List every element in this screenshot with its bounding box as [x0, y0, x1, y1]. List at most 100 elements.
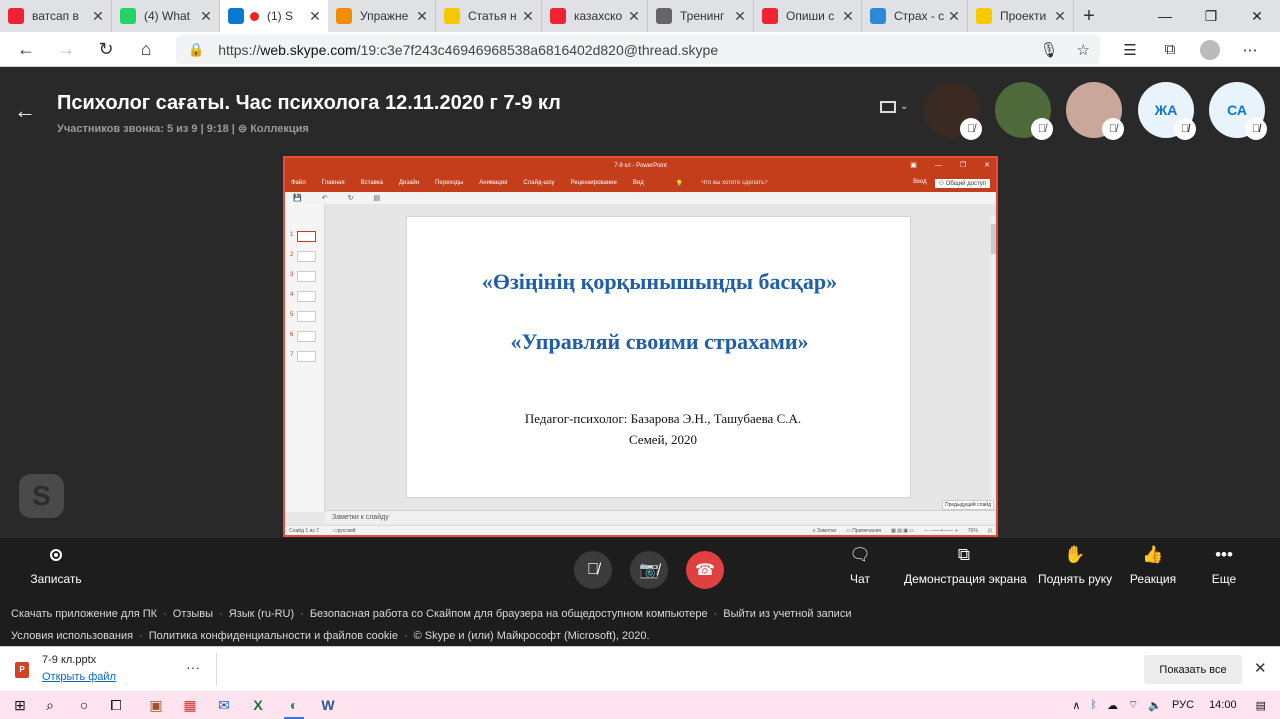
close-tab-icon[interactable]: ✕	[1053, 8, 1067, 25]
more-dots-icon: •••	[1215, 545, 1233, 564]
open-file-link[interactable]: Открыть файл	[42, 671, 116, 683]
close-tab-icon[interactable]: ✕	[627, 8, 641, 25]
video-off-button[interactable]: 📷̸	[630, 551, 668, 589]
reload-icon[interactable]: ↻	[86, 32, 126, 67]
volume-icon[interactable]: 🔈	[1148, 699, 1162, 712]
restore-icon[interactable]: ❐	[1188, 0, 1234, 32]
favorite-star-icon[interactable]: ☆	[1077, 41, 1090, 59]
share-screen-button[interactable]: ⧉ Демонстрация экрана	[904, 538, 1027, 602]
close-tab-icon[interactable]: ✕	[733, 8, 747, 25]
microphone-icon[interactable]: 🎙	[1040, 41, 1059, 59]
chat-button[interactable]: 🗨 Чат	[838, 538, 882, 602]
close-tab-icon[interactable]: ✕	[841, 8, 855, 25]
call-subtitle: Участников звонка: 5 из 9 | 9:18 | ⊜ Кол…	[57, 123, 309, 135]
new-tab-button[interactable]: +	[1074, 0, 1104, 32]
minimize-icon[interactable]: —	[1142, 0, 1188, 32]
close-window-icon[interactable]: ✕	[1234, 0, 1280, 32]
back-icon[interactable]: ←	[6, 32, 46, 67]
ppt-titlebar: 7-9 кл - PowerPoint ▣ — ❐ ✕	[285, 158, 996, 174]
footer-link[interactable]: Отзывы	[173, 608, 213, 620]
close-tab-icon[interactable]: ✕	[521, 8, 535, 25]
raise-hand-button[interactable]: ✋ Поднять руку	[1038, 538, 1112, 602]
close-tab-icon[interactable]: ✕	[199, 8, 213, 25]
store-bag-icon[interactable]: ▣	[146, 695, 166, 715]
footer-link[interactable]: Выйти из учетной записи	[723, 608, 851, 620]
footer-link[interactable]: Политика конфиденциальности и файлов coo…	[149, 630, 398, 642]
mute-mic-button[interactable]: 🎙̸	[574, 551, 612, 589]
browser-tab[interactable]: Статья н ✕	[436, 0, 542, 32]
browser-tab[interactable]: Тренинг ✕	[648, 0, 754, 32]
show-all-button[interactable]: Показать все	[1144, 655, 1242, 684]
close-tab-icon[interactable]: ✕	[308, 8, 322, 25]
browser-tab[interactable]: ватсап в ✕	[0, 0, 112, 32]
browser-tab[interactable]: казахско ✕	[542, 0, 648, 32]
favorites-icon[interactable]: ☰	[1110, 41, 1150, 59]
browser-tab[interactable]: Опиши с ✕	[754, 0, 862, 32]
browser-tab[interactable]: (4) What ✕	[112, 0, 220, 32]
collection-link[interactable]: Коллекция	[250, 123, 309, 135]
forward-icon[interactable]: →	[46, 32, 86, 67]
thumbnail-number: 5	[290, 312, 294, 318]
collections-icon[interactable]: ⧉	[1150, 41, 1190, 58]
settings-more-icon[interactable]: ⋯	[1230, 41, 1270, 59]
slide-thumbnail: 4	[288, 290, 320, 304]
footer-link[interactable]: Скачать приложение для ПК	[11, 608, 157, 620]
reaction-button[interactable]: 👍 Реакция	[1128, 538, 1178, 602]
browser-tab[interactable]: Страх - с ✕	[862, 0, 968, 32]
participant-avatar[interactable]: СА 🎙̸	[1209, 82, 1267, 140]
participant-avatar[interactable]: 🎙̸	[924, 82, 982, 140]
more-button[interactable]: ••• Еще	[1204, 538, 1244, 602]
slide-thumbnail: 2	[288, 250, 320, 264]
browser-tab[interactable]: (1) S ✕	[220, 0, 328, 32]
chart-icon	[656, 8, 672, 24]
footer-link[interactable]: Язык (ru-RU)	[229, 608, 294, 620]
avatar-initials: СА	[1227, 102, 1247, 118]
edge-browser-icon[interactable]: ◐	[284, 695, 304, 719]
excel-icon[interactable]: X	[248, 695, 268, 715]
gift-app-icon[interactable]: ▦	[180, 695, 200, 715]
slide-title-kz: «Өзіңінің қорқынышыңды басқар»	[481, 269, 838, 294]
browser-tab[interactable]: Упражне ✕	[328, 0, 436, 32]
tab-title: Упражне	[360, 9, 409, 23]
ribbon-tab: Главная	[321, 180, 345, 186]
task-view-icon[interactable]: ⧠	[106, 695, 126, 715]
hang-up-button[interactable]: ☎	[686, 551, 724, 589]
close-tab-icon[interactable]: ✕	[415, 8, 429, 25]
ribbon-tab: Рецензирование	[570, 180, 617, 186]
participant-avatar[interactable]: ЖА 🎙̸	[1138, 82, 1196, 140]
psychology-icon	[336, 8, 352, 24]
record-button[interactable]: Записать	[22, 538, 90, 602]
mail-icon[interactable]: ✉	[214, 695, 234, 715]
participant-avatar[interactable]: 🎙̸	[995, 82, 1053, 140]
home-icon[interactable]: ⌂	[126, 32, 166, 67]
footer-link[interactable]: Условия использования	[11, 630, 133, 642]
tab-title: Опиши с	[786, 9, 835, 23]
tray-chevron-icon[interactable]: ∧	[1072, 699, 1080, 712]
ppt-scrollbar	[991, 216, 996, 506]
wifi-icon[interactable]: ⌔	[1128, 698, 1138, 712]
url-field[interactable]: 🔒 https://web.skype.com/19:c3e7f243c4694…	[176, 35, 1100, 64]
browser-tab[interactable]: Проекти ✕	[968, 0, 1074, 32]
close-tab-icon[interactable]: ✕	[91, 8, 105, 25]
close-downloads-icon[interactable]: ✕	[1254, 659, 1267, 677]
clock[interactable]: 14:00	[1209, 699, 1237, 711]
search-icon[interactable]: ⌕	[40, 695, 60, 715]
participant-avatar[interactable]: 🎙̸	[1066, 82, 1124, 140]
ribbon-tab: Анимация	[479, 180, 508, 186]
language-indicator[interactable]: РУС	[1172, 699, 1194, 711]
cortana-icon[interactable]: ○	[74, 695, 94, 715]
download-more-icon[interactable]: ···	[186, 659, 200, 675]
notifications-icon[interactable]: ▤	[1256, 699, 1266, 712]
windows-start-icon[interactable]: ⊞	[10, 695, 30, 715]
word-icon[interactable]: W	[318, 695, 338, 715]
footer-link[interactable]: © Skype и (или) Майкрософт (Microsoft), …	[414, 630, 650, 642]
network-icon[interactable]: ☁	[1107, 699, 1118, 712]
close-tab-icon[interactable]: ✕	[947, 8, 961, 25]
layout-switch-icon[interactable]: ⌄	[878, 99, 908, 119]
profile-avatar[interactable]	[1200, 39, 1220, 60]
footer-link[interactable]: Безопасная работа со Скайпом для браузер…	[310, 608, 708, 620]
bluetooth-icon[interactable]: ᛒ	[1090, 699, 1097, 711]
back-arrow-icon[interactable]: ←	[14, 98, 36, 124]
address-bar: ← → ↻ ⌂ 🔒 https://web.skype.com/19:c3e7f…	[0, 32, 1280, 67]
prev-slide-tooltip: Предыдущий слайд	[942, 500, 994, 510]
